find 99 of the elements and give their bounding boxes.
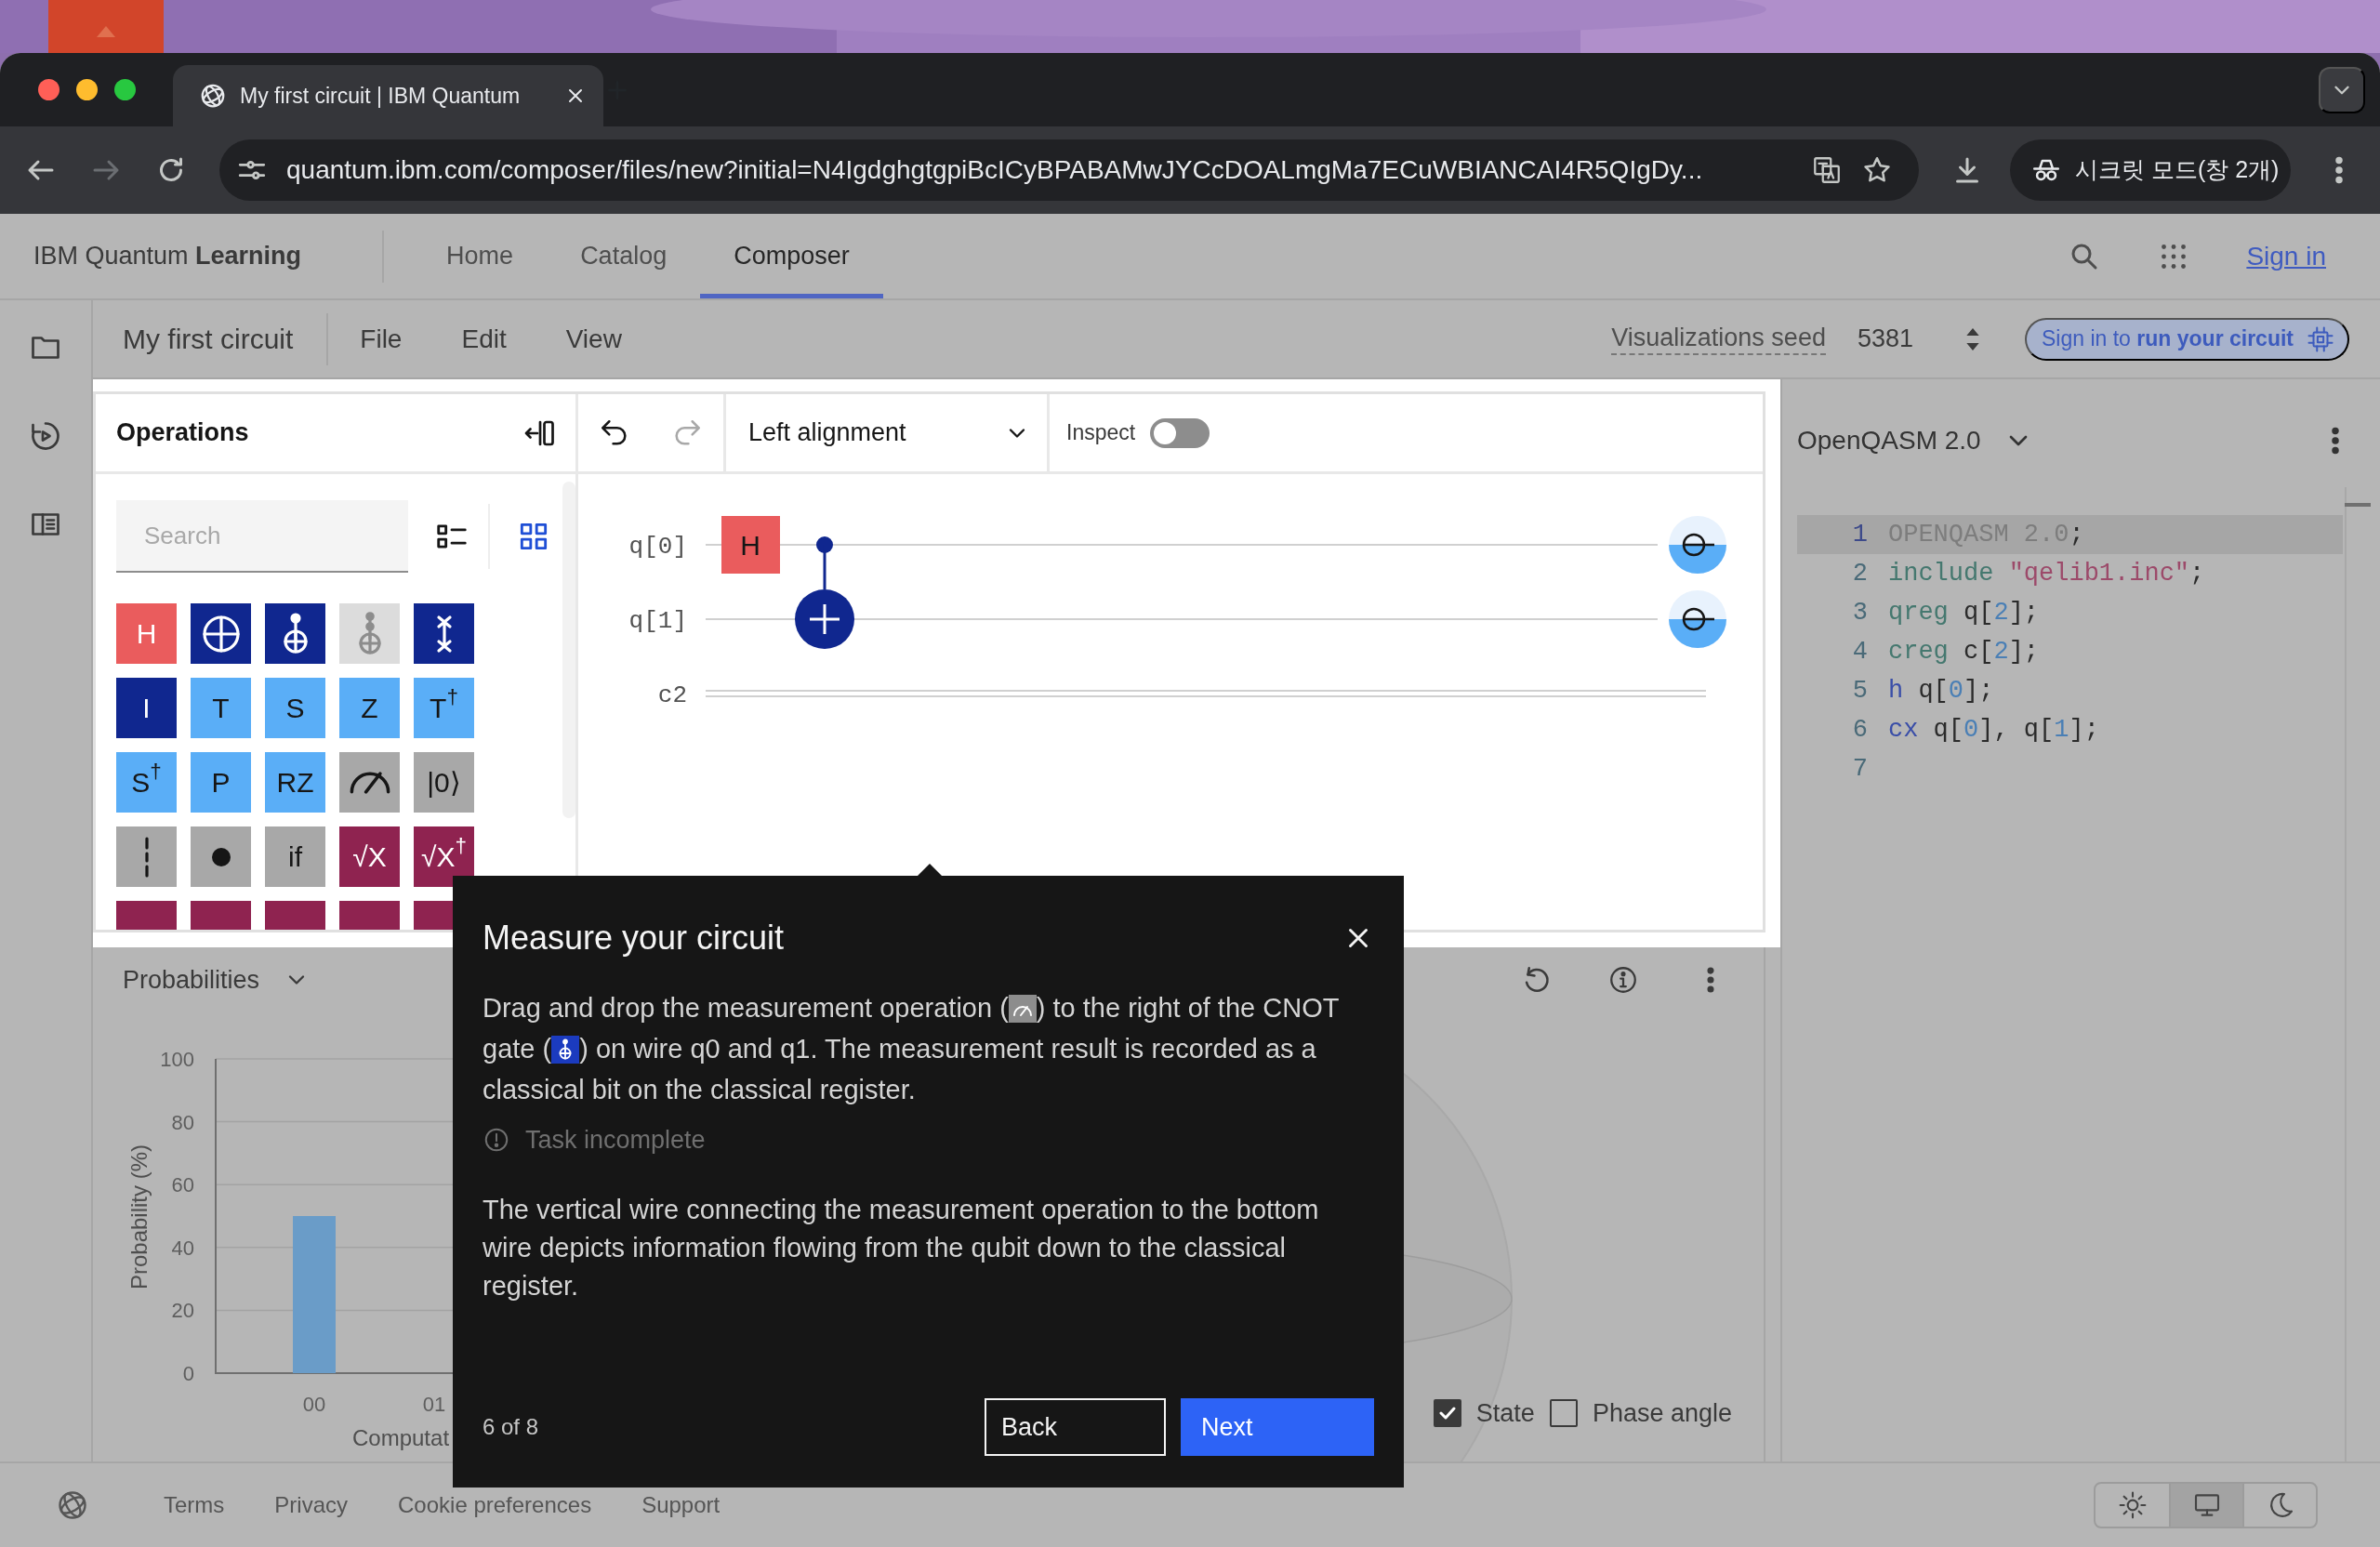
chip-icon [2307,324,2334,353]
gate-tile[interactable] [265,603,325,664]
cnot-gate[interactable] [795,536,854,649]
alignment-dropdown[interactable]: Left alignment [723,394,1050,471]
search-field[interactable]: Search [116,500,408,573]
line-number: 1 [1851,519,1868,550]
cnot-icon [551,1036,580,1064]
gate-tile[interactable] [191,826,251,887]
tick-label: 100 [160,1048,194,1071]
line-number: 7 [1851,753,1868,785]
language-selector[interactable]: OpenQASM 2.0 [1797,421,1981,460]
nav-tab[interactable]: Home [413,214,548,298]
gate-tile[interactable] [191,603,251,664]
gate-tile[interactable]: S [265,678,325,738]
nav-tab[interactable]: Composer [700,214,883,298]
browser-tab[interactable]: My first circuit | IBM Quantum [173,65,603,126]
meter-icon [1008,995,1037,1023]
profile-button[interactable]: 시크릿 모드(창 2개) [2010,139,2291,201]
next-button[interactable]: Next [1181,1398,1374,1456]
code-line: qreg q[2]; [1888,597,2040,628]
gate-tile[interactable]: √X$^{†}$ [414,826,474,887]
menu-item[interactable]: Edit [461,319,507,359]
scrollbar[interactable] [2345,503,2371,507]
seed-label: Visualizations seed [1611,323,1826,355]
task-status: Task incomplete [525,1125,706,1156]
checkbox-label: Phase angle [1592,1397,1732,1429]
window-button[interactable] [114,79,136,100]
tick-label: 60 [171,1173,194,1197]
wire-label: c2 [657,681,687,709]
gate-tile[interactable]: RZ [265,752,325,813]
gate-tile[interactable]: T [191,678,251,738]
panel-title[interactable]: Probabilities [123,960,260,999]
tick-label: 0 [182,1362,194,1385]
gate-tile[interactable]: T$^{†}$ [414,678,474,738]
toggle-label: Inspect [1066,419,1136,447]
panel-title: Operations [116,417,249,449]
logo-icon[interactable] [56,1488,89,1522]
gate-tile[interactable] [116,826,177,887]
translate-icon[interactable] [1811,154,1843,186]
address-bar[interactable]: quantum.ibm.com/composer/files/new?initial=N4IgdghgtgpiBcICyBPABAMwJYCcDOALmgMa7ECuWBIANCAI4R5QIgDy... [219,139,1919,201]
wire-label: q[0] [628,533,687,561]
probe-icon[interactable] [1669,516,1726,574]
tick-label: 20 [171,1299,194,1323]
gate-tile[interactable]: √X [339,826,400,887]
h-gate[interactable]: H [721,516,780,574]
step-counter: 6 of 8 [483,1413,540,1441]
nav-tab[interactable]: Catalog [547,214,701,298]
inspect-toggle[interactable] [1150,417,1210,448]
category-label: 00 [302,1393,326,1416]
code-line: h q[0]; [1888,675,1994,707]
footer-link[interactable]: Terms [164,1488,225,1522]
gate-tile[interactable]: Z [339,678,400,738]
popover-title: Measure your circuit [483,918,785,959]
sun-icon [2117,1490,2148,1520]
checkbox[interactable] [1549,1398,1578,1427]
code-line: include "qelib1.inc"; [1888,558,2205,589]
back-button[interactable]: Back [985,1398,1166,1456]
favicon-icon [199,82,227,110]
axis-title: Probability (%) [126,1144,152,1289]
window-button[interactable] [76,79,98,100]
gate-tile[interactable]: S$^{†}$ [116,752,177,813]
theme-switch[interactable] [2094,1482,2318,1528]
footer-link[interactable]: Cookie preferences [398,1488,592,1522]
file-name[interactable]: My first circuit [123,318,294,360]
line-number: 2 [1851,558,1868,589]
axis-title: Computat [352,1425,450,1450]
footer-link[interactable]: Privacy [274,1488,349,1522]
footer-link[interactable]: Support [641,1488,721,1522]
gate-tile[interactable] [339,752,400,813]
gate-tile[interactable]: |0⟩ [414,752,474,813]
menu-item[interactable]: File [360,319,403,359]
gate-tile[interactable]: if [265,826,325,887]
wire-label: q[1] [628,607,687,635]
gate-tile[interactable] [339,603,400,664]
line-number: 3 [1851,597,1868,628]
line-number: 6 [1851,714,1868,746]
gate-tile[interactable]: I [116,678,177,738]
window-button[interactable] [38,79,60,100]
note-text: The vertical wire connecting the measurement operation to the bottom wire depicts information flowing from the qubit down to the classical register. [483,1193,1320,1302]
probe-icon[interactable] [1669,590,1726,648]
line-number: 5 [1851,675,1868,707]
code-line: cx q[0], q[1]; [1888,714,2099,746]
system-theme-button[interactable] [2169,1484,2242,1527]
seed-value[interactable]: 5381 [1857,320,1913,358]
site-name: IBM Quantum Learning [33,241,302,272]
line-number: 4 [1851,636,1868,668]
gate-tile[interactable]: P [191,752,251,813]
tab-list-button[interactable] [2319,66,2365,113]
menu-item[interactable]: View [565,319,622,359]
tick-label: 40 [171,1236,194,1260]
gate-tile[interactable] [414,603,474,664]
info-icon[interactable] [1607,964,1639,996]
category-label: 01 [422,1393,446,1416]
tick-label: 80 [171,1110,194,1134]
checkbox-label: State [1475,1397,1535,1429]
composer-icon[interactable] [29,419,62,453]
meter-icon [349,771,390,794]
code-line: creg c[2]; [1888,636,2040,668]
instruction-text: Drag and drop the measurement operation ( ) to the right of the CNOT gate ( ) on wire q0 and q1. The measurement result is recorded as a classical bit on the classical register. [483,992,1340,1106]
